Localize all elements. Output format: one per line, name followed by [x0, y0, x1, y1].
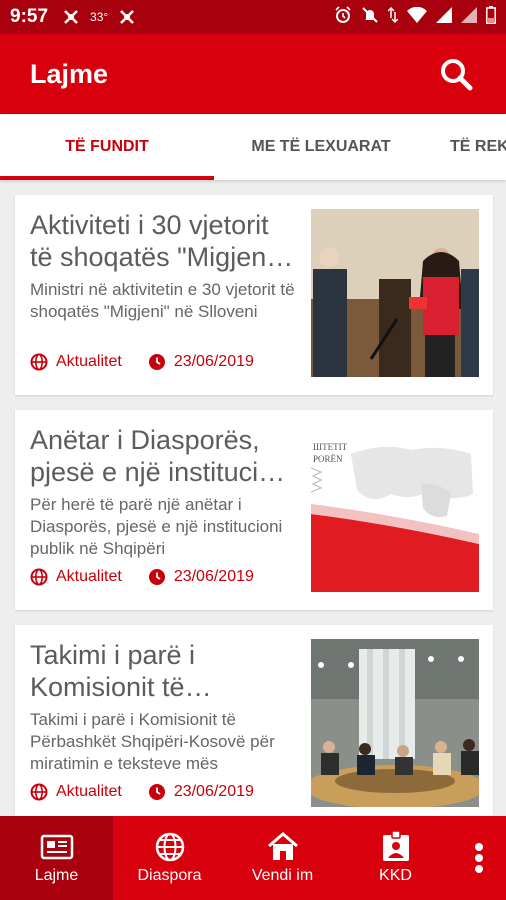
search-icon[interactable]: [436, 54, 476, 94]
app-title: Lajme: [30, 58, 109, 89]
overflow-menu-icon[interactable]: [452, 816, 506, 900]
tab-bar: TË FUNDIT ME TË LEXUARAT TË REK: [0, 114, 506, 180]
status-temperature: 33°: [90, 10, 109, 24]
app-bar: Lajme: [0, 34, 506, 114]
clock-icon: [148, 353, 166, 371]
globe-icon: [30, 568, 48, 586]
id-badge-icon: [381, 831, 411, 863]
signal-icon: [461, 6, 477, 28]
article-thumbnail[interactable]: [311, 639, 479, 807]
article-summary: Ministri në aktivitetin e 30 vjetorit të…: [30, 280, 295, 321]
status-bar: 9:57 33°: [0, 0, 506, 34]
article-summary: Për herë të parë një anëtar i Diasporës,…: [30, 495, 283, 558]
globe-icon: [155, 831, 185, 863]
sync-icon: [62, 8, 80, 26]
article-text: Anëtar i Diasporës, pjesë e një instituc…: [30, 424, 311, 610]
article-text: Aktiviteti i 30 vjetorit të shoqatës "Mi…: [30, 209, 311, 395]
wifi-icon: [407, 6, 427, 28]
article-category: Aktualitet: [56, 783, 122, 800]
nav-diaspora[interactable]: Diaspora: [113, 816, 226, 900]
article-category: Aktualitet: [56, 353, 122, 370]
nav-label: Lajme: [34, 867, 79, 884]
article-meta: Aktualitet 23/06/2019: [30, 568, 297, 586]
alarm-icon: [334, 5, 352, 29]
bottom-navigation: Lajme Diaspora Vendi im KKD: [0, 816, 506, 900]
signal-icon: [436, 6, 452, 28]
nav-label: Diaspora: [137, 867, 202, 884]
article-date: 23/06/2019: [173, 568, 254, 585]
article-headline[interactable]: Takimi i parë i Komisionit të Përbashkët…: [30, 639, 297, 703]
data-arrows-icon: [387, 6, 399, 29]
article-headline[interactable]: Aktiviteti i 30 vjetorit të shoqatës "Mi…: [30, 209, 297, 273]
sync-icon: [118, 8, 136, 26]
article-category: Aktualitet: [56, 568, 122, 585]
clock-icon: [148, 568, 166, 586]
nav-lajme[interactable]: Lajme: [0, 816, 113, 900]
tab-most-read[interactable]: ME TË LEXUARAT: [214, 114, 428, 180]
status-time: 9:57: [10, 6, 49, 27]
nav-kkd[interactable]: KKD: [339, 816, 452, 900]
article-card[interactable]: Aktiviteti i 30 vjetorit të shoqatës "Mi…: [15, 195, 493, 395]
thumbnail-text-line2: PORËN: [313, 454, 343, 464]
article-text: Takimi i parë i Komisionit të Përbashkët…: [30, 639, 311, 825]
nav-vendi-im[interactable]: Vendi im: [226, 816, 339, 900]
article-meta: Aktualitet 23/06/2019: [30, 353, 297, 371]
tab-latest[interactable]: TË FUNDIT: [0, 114, 214, 180]
article-headline[interactable]: Anëtar i Diasporës, pjesë e një instituc…: [30, 424, 297, 488]
battery-icon: [486, 5, 496, 29]
home-icon: [267, 831, 299, 863]
thumbnail-text-line1: ШTETIT: [313, 442, 348, 452]
article-card[interactable]: Anëtar i Diasporës, pjesë e një instituc…: [15, 410, 493, 610]
article-date: 23/06/2019: [173, 783, 254, 800]
clock-icon: [148, 783, 166, 801]
article-thumbnail[interactable]: [311, 209, 479, 377]
article-date: 23/06/2019: [173, 353, 254, 370]
article-meta: Aktualitet 23/06/2019: [30, 783, 297, 801]
article-list: Aktiviteti i 30 vjetorit të shoqatës "Mi…: [15, 195, 493, 840]
article-thumbnail[interactable]: ШTETIT PORËN: [311, 424, 479, 592]
globe-icon: [30, 353, 48, 371]
nav-label: KKD: [379, 867, 412, 884]
newspaper-icon: [40, 831, 74, 863]
tab-recommended[interactable]: TË REK: [428, 114, 506, 180]
nav-label: Vendi im: [251, 867, 314, 884]
article-card[interactable]: Takimi i parë i Komisionit të Përbashkët…: [15, 625, 493, 825]
status-icons: [334, 5, 496, 29]
mute-icon: [361, 6, 379, 29]
globe-icon: [30, 783, 48, 801]
article-summary: Takimi i parë i Komisionit të Përbashkët…: [30, 710, 275, 773]
